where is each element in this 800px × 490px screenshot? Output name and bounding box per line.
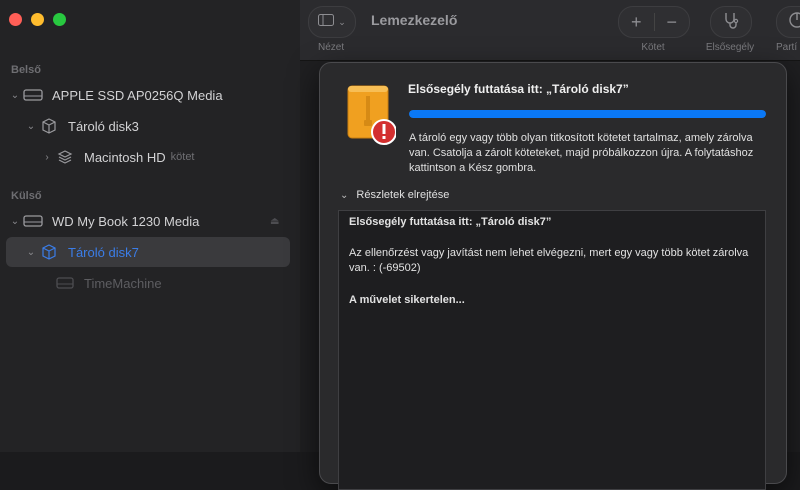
dialog-message: A tároló egy vagy több olyan titkosított… (409, 132, 754, 174)
drive-icon (54, 275, 76, 291)
container-icon (38, 118, 60, 134)
chevron-down-icon: ⌄ (340, 189, 349, 201)
external-disk-alert-icon (346, 84, 397, 145)
partition-caption: Partí (776, 42, 798, 53)
chevron-down-icon[interactable]: ⌄ (8, 90, 22, 101)
sidebar-item-label: WD My Book 1230 Media (52, 213, 200, 229)
sidebar-item-label: Macintosh HD (84, 149, 166, 165)
eject-icon[interactable]: ⏏ (270, 216, 279, 227)
sidebar-section-external: Külső (11, 190, 42, 202)
first-aid-sheet: Elsősegély futtatása itt: „Tároló disk7”… (319, 62, 787, 490)
view-caption: Nézet (318, 42, 345, 53)
sidebar-item-container-disk3[interactable]: ⌄ Tároló disk3 (0, 111, 300, 141)
volume-stack-icon (54, 149, 76, 165)
chevron-down-icon: ⌄ (338, 16, 346, 27)
toolbar: ⌄ Nézet + − Kötet Elsősegély Partí (300, 0, 800, 61)
partition-button[interactable] (776, 6, 800, 38)
first-aid-caption: Elsősegély (705, 42, 755, 53)
sidebar-item-label: Tároló disk7 (68, 244, 139, 260)
drive-icon (22, 213, 44, 229)
volume-add-remove-group: + − (618, 6, 690, 38)
chevron-down-icon[interactable]: ⌄ (24, 121, 38, 132)
details-toggle-label: Részletek elrejtése (356, 189, 450, 201)
view-button[interactable]: ⌄ (308, 6, 356, 38)
first-aid-button[interactable] (710, 6, 752, 38)
chevron-down-icon[interactable]: ⌄ (8, 216, 22, 227)
sidebar: Belső ⌄ APPLE SSD AP0256Q Media ⌄ Tároló… (0, 0, 301, 452)
sidebar-item-container-disk7[interactable]: ⌄ Tároló disk7 (6, 237, 290, 267)
log-line-error: Az ellenőrzést vagy javítást nem lehet e… (349, 247, 749, 274)
sidebar-item-macintosh-hd[interactable]: › Macintosh HD kötet (0, 142, 300, 172)
partition-icon (788, 11, 800, 34)
sidebar-item-wd-mybook[interactable]: ⌄ WD My Book 1230 Media ⏏ (0, 206, 300, 236)
chevron-down-icon[interactable]: ⌄ (24, 247, 38, 258)
progress-bar (409, 110, 766, 118)
window-title: Lemezkezelő (371, 12, 458, 28)
sidebar-item-label: APPLE SSD AP0256Q Media (52, 87, 223, 103)
details-toggle[interactable]: ⌄ Részletek elrejtése (340, 189, 449, 201)
stethoscope-icon (722, 11, 740, 34)
sidebar-item-sublabel: kötet (170, 151, 195, 163)
dialog-title: Elsősegély futtatása itt: „Tároló disk7” (408, 82, 629, 96)
window-controls (9, 13, 66, 26)
log-line-result: A művelet sikertelen... (349, 294, 465, 306)
sidebar-section-internal: Belső (11, 64, 41, 76)
minimize-window-button[interactable] (31, 13, 44, 26)
remove-volume-icon[interactable]: − (654, 12, 689, 33)
sidebar-item-label: TimeMachine (84, 275, 162, 291)
chevron-right-icon[interactable]: › (40, 152, 54, 163)
volume-caption: Kötet (641, 42, 665, 53)
fullscreen-window-button[interactable] (53, 13, 66, 26)
container-icon (38, 244, 60, 260)
sidebar-item-apple-ssd[interactable]: ⌄ APPLE SSD AP0256Q Media (0, 80, 300, 110)
details-log[interactable]: Elsősegély futtatása itt: „Tároló disk7”… (338, 210, 766, 490)
add-volume-icon[interactable]: + (619, 12, 654, 33)
sidebar-item-timemachine[interactable]: TimeMachine (0, 268, 300, 298)
close-window-button[interactable] (9, 13, 22, 26)
progress-fill (409, 110, 766, 118)
log-line-title: Elsősegély futtatása itt: „Tároló disk7” (349, 216, 552, 228)
sidebar-toggle-icon (318, 13, 335, 31)
drive-icon (22, 87, 44, 103)
sidebar-item-label: Tároló disk3 (68, 118, 139, 134)
